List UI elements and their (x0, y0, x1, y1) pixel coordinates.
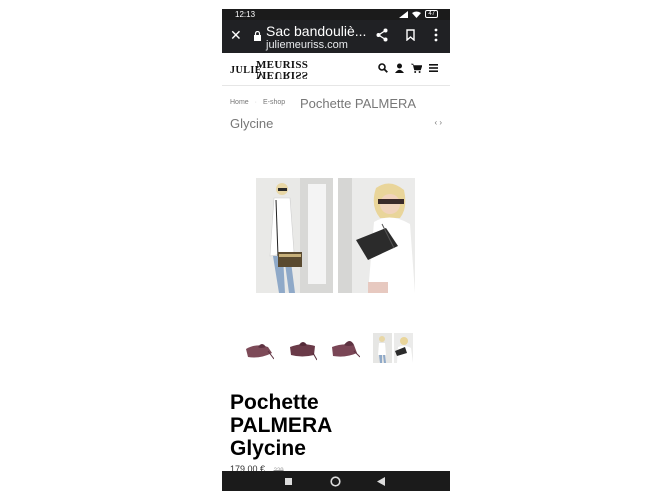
back-icon[interactable] (377, 477, 385, 486)
recents-icon[interactable] (285, 478, 292, 485)
status-icons: 47 (399, 10, 438, 18)
cart-icon[interactable] (411, 63, 422, 73)
breadcrumb-home[interactable]: Home (230, 99, 249, 106)
breadcrumb-eshop[interactable]: E-shop (263, 99, 285, 106)
thumbnail-strip (244, 333, 413, 363)
android-nav-bar (222, 471, 450, 491)
tab-title[interactable]: Sac bandouliè... (266, 23, 366, 39)
user-icon[interactable] (395, 63, 404, 73)
breadcrumb-separator: · (254, 99, 257, 106)
signal-icon (399, 10, 409, 18)
site-header: JULIE MEURISS MEURISS (222, 53, 450, 86)
product-title-line-1: Pochette (230, 391, 319, 414)
product-photo-1[interactable] (256, 178, 333, 293)
browser-url-bar: ✕ Sac bandouliè... juliemeuriss.com (222, 20, 450, 53)
bookmark-icon[interactable] (406, 29, 415, 41)
phone-screen: 12:13 47 ✕ Sac bandouliè... juliemeuriss… (222, 9, 450, 491)
home-icon[interactable] (330, 476, 341, 487)
menu-icon[interactable] (429, 64, 438, 72)
lock-icon (254, 31, 261, 41)
product-title-line-3: Glycine (230, 437, 306, 460)
thumbnail-3[interactable] (330, 333, 360, 363)
thumbnail-1[interactable] (244, 333, 274, 363)
breadcrumb-current: Pochette PALMERA (300, 96, 417, 111)
thumbnail-2[interactable] (287, 333, 317, 363)
thumbnail-4-selected[interactable] (373, 333, 413, 363)
status-time: 12:13 (235, 10, 256, 19)
product-photo-2[interactable] (338, 178, 415, 293)
breadcrumb: Home · E-shop (230, 99, 285, 106)
more-vert-icon[interactable] (434, 28, 438, 42)
status-bar: 12:13 47 (222, 9, 450, 20)
battery-icon: 47 (425, 10, 438, 18)
breadcrumb-current-line2: Glycine (230, 116, 274, 131)
wifi-icon (412, 11, 422, 18)
product-title-line-2: PALMERA (230, 414, 333, 437)
header-icons (378, 63, 438, 73)
search-icon[interactable] (378, 63, 388, 73)
product-title: Pochette PALMERA Glycine (230, 391, 332, 460)
close-icon[interactable]: ✕ (230, 27, 242, 44)
share-icon[interactable] (376, 28, 388, 42)
product-pager[interactable]: ‹ › (434, 118, 442, 127)
logo-meuriss-mirrored: MEURISS (256, 69, 309, 81)
url-domain[interactable]: juliemeuriss.com (266, 39, 348, 51)
battery-level: 47 (428, 11, 435, 17)
